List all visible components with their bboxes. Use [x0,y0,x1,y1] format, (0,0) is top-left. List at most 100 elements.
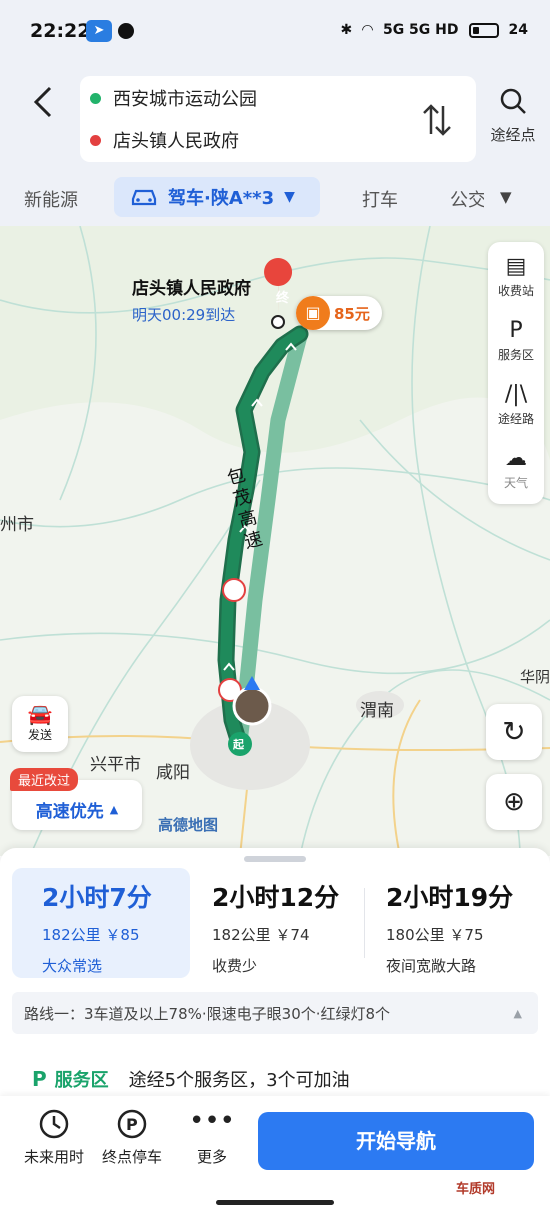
side-tool-service[interactable]: P 服务区 [488,316,544,363]
side-tool-road[interactable]: /|\ 途经路 [488,380,544,427]
route-option-1[interactable]: 2小时7分 182公里 ￥85 大众常选 [12,868,190,978]
tab-drive[interactable]: 驾车·陕A**3 ▼ [114,177,320,217]
back-button[interactable] [24,82,64,122]
route-2-time: 2小时12分 [212,883,340,912]
route-detail-bar[interactable]: 路线一：3车道及以上78%·限速电子眼30个·红绿灯8个 ▲ [12,992,538,1034]
route-map[interactable]: 包茂高速 渭南 咸阳 兴平市 华阴 州市 终 起 [0,226,550,856]
map-label-weinan: 渭南 [360,701,394,721]
recently-changed-badge: 最近改过 [10,768,79,791]
chevron-down-icon: ▼ [284,189,295,205]
map-side-toolbar: ▤ 收费站 P 服务区 /|\ 途经路 ☁ 天气 [488,242,544,504]
refresh-button[interactable]: ↻ [486,704,542,760]
refresh-icon: ↻ [502,715,526,748]
origin-field[interactable]: 西安城市运动公园 [90,78,257,118]
map-label-xingping: 兴平市 [90,755,141,775]
tab-taxi[interactable]: 打车 [362,186,398,212]
battery-level: 24 [508,22,528,38]
watermark-logo: 车质网 [456,1182,496,1197]
start-navigation-button[interactable]: 开始导航 [258,1112,534,1170]
parking-icon: P [92,1106,172,1142]
destination-field[interactable]: 店头镇人民政府 [90,120,239,160]
sheet-drag-handle[interactable] [244,856,306,862]
back-arrow-icon [33,86,52,118]
map-canvas [0,226,550,856]
route-detail-text: 路线一：3车道及以上78%·限速电子眼30个·红绿灯8个 [24,1004,391,1023]
side-tool-toll-label: 收费站 [497,284,534,298]
dest-parking-label: 终点停车 [101,1148,162,1166]
future-time-label: 未来用时 [23,1148,84,1166]
route-3-note: 夜间宽敞大路 [386,957,477,975]
service-area-title: 服务区 [54,1070,109,1091]
swap-icon [423,104,451,136]
route-1-note: 大众常选 [42,957,103,975]
route-preference-label: 高速优先 [35,801,104,822]
swap-button[interactable] [420,102,454,138]
status-time: 22:22 [30,20,91,42]
service-area-desc: 途经5个服务区，3个可加油 [128,1070,350,1091]
notification-dot-icon [118,23,134,39]
battery-icon [468,22,499,38]
origin-dot-icon [90,92,101,104]
service-area-icon: P [32,1067,47,1091]
chevron-up-icon: ▲ [513,1006,522,1020]
future-time-button[interactable]: 未来用时 [14,1106,94,1167]
locate-icon: ⊕ [503,787,525,817]
side-tool-road-label: 途经路 [497,412,534,426]
route-2-meta: 182公里 ￥74 [212,926,310,944]
route-1-time: 2小时7分 [42,883,152,912]
car-icon [131,189,157,206]
navigation-app-icon: ➤ [86,20,112,42]
service-area-row[interactable]: P 服务区 途经5个服务区，3个可加油 [32,1066,350,1092]
chevron-up-icon: ▲ [109,802,119,816]
route-option-3[interactable]: 2小时19分 180公里 ￥75 夜间宽敞大路 [386,868,536,978]
waypoint-label: 途经点 [490,126,536,144]
destination-dot-icon [90,134,101,146]
more-dots-icon: ••• [188,1106,235,1136]
route-2-note: 收费少 [212,957,258,975]
end-marker-label: 终 [276,291,290,306]
route-1-meta: 182公里 ￥85 [42,926,140,944]
start-marker-label: 起 [233,738,244,751]
tab-transit[interactable]: 公交 [450,186,484,212]
toll-station-icon: ▣ [296,296,330,330]
service-area-icon: P [509,318,523,343]
route-3-meta: 180公里 ￥75 [386,926,484,944]
home-indicator [216,1200,334,1205]
map-destination-eta: 明天00:29到达 [132,306,236,324]
route-input-box: 西安城市运动公园 店头镇人民政府 [80,76,476,162]
side-tool-service-label: 服务区 [497,348,534,362]
status-indicators: ✱ ◠ 5G 5G HD 24 [340,22,528,38]
route-option-2[interactable]: 2小时12分 182公里 ￥74 收费少 [212,868,362,978]
wifi-icon: ◠ [362,22,373,38]
toll-cost-badge[interactable]: ▣ 85元 [296,296,382,330]
locate-button[interactable]: ⊕ [486,774,542,830]
send-label: 发送 [27,728,52,742]
search-icon [500,88,526,114]
side-tool-toll[interactable]: ▤ 收费站 [488,252,544,299]
map-label-huayin: 华阴 [520,668,550,686]
tabs-more-chevron-icon[interactable]: ▼ [500,188,512,206]
waypoint-button[interactable]: 途经点 [486,86,540,152]
weather-icon: ☁ [505,446,527,471]
signal-text: 5G 5G HD [382,22,459,38]
bluetooth-icon: ✱ [340,22,353,38]
origin-text: 西安城市运动公园 [113,89,257,110]
send-button[interactable]: 🚘 发送 [12,696,68,752]
svg-text:P: P [126,1115,138,1134]
tab-new-energy[interactable]: 新能源 [24,186,78,212]
more-button[interactable]: ••• 更多 [172,1106,252,1167]
route-divider [364,888,365,958]
clock-icon [14,1106,94,1142]
route-3-time: 2小时19分 [386,883,514,912]
side-tool-weather[interactable]: ☁ 天气 [488,444,544,491]
send-car-icon: 🚘 [27,702,53,726]
toll-amount: 85元 [334,304,370,323]
tab-drive-label: 驾车·陕A**3 [168,188,275,209]
map-label-xianyang: 咸阳 [156,763,190,783]
destination-text: 店头镇人民政府 [113,131,239,152]
dest-parking-button[interactable]: P 终点停车 [92,1106,172,1167]
map-label-zhou: 州市 [0,515,34,535]
side-tool-weather-label: 天气 [503,476,528,490]
map-destination-name: 店头镇人民政府 [132,279,251,299]
amap-logo: 高德地图 [158,816,219,834]
